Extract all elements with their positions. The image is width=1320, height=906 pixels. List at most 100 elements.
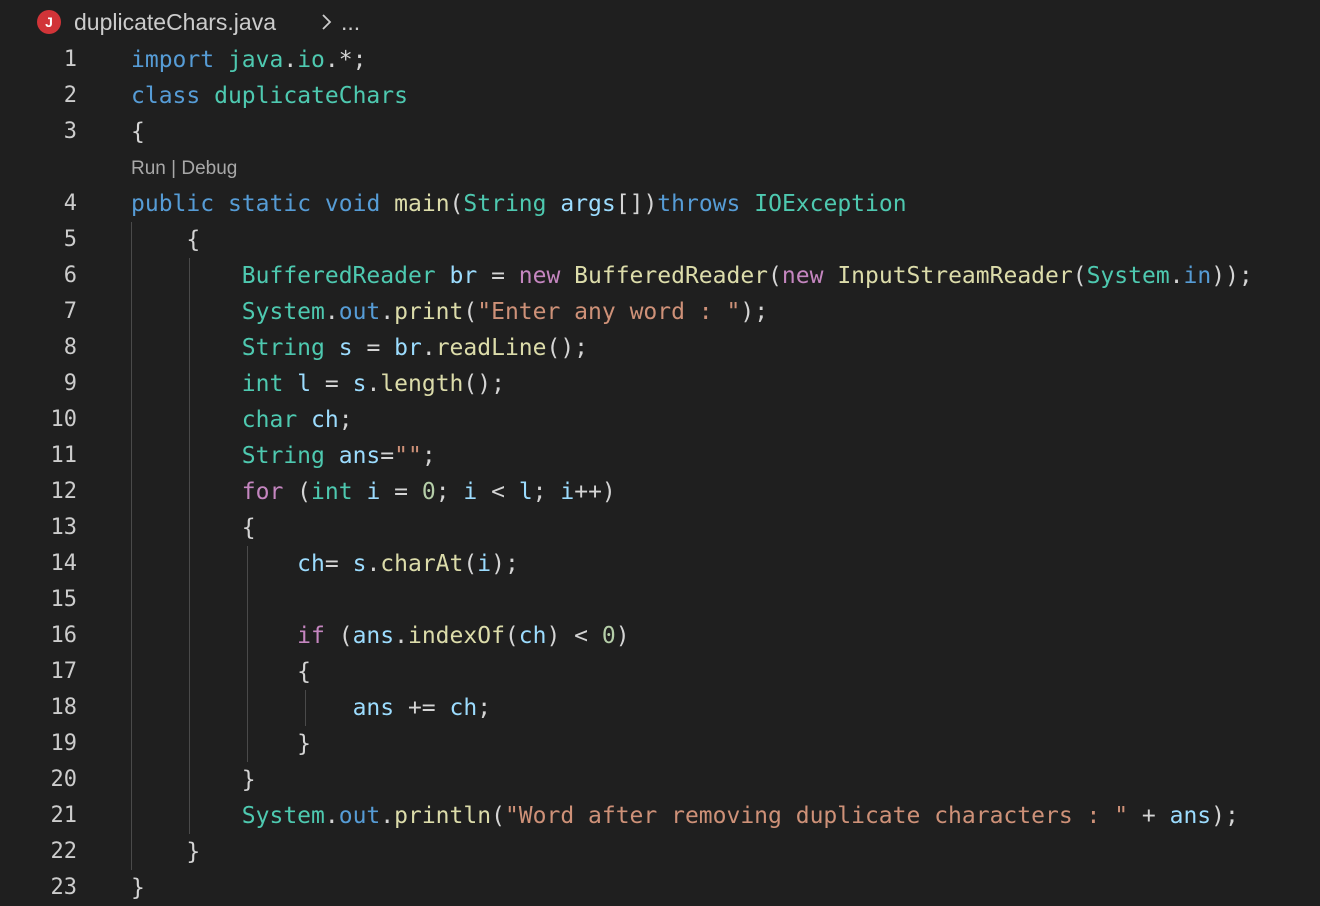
codelens-divider: | [165,158,182,179]
code-token: i [560,479,575,505]
debug-codelens[interactable]: Debug [181,158,237,179]
code-token: io [297,47,325,73]
code-token: ; [435,479,464,505]
code-text: BufferedReader br = new BufferedReader(n… [131,258,1253,294]
line-number: 8 [63,335,77,360]
code-token: "" [394,443,422,469]
code-line[interactable]: 4 public static void main(String args[])t… [0,186,1320,222]
code-token: } [131,839,201,865]
code-token: System [1086,263,1170,289]
code-token: + [1128,803,1170,829]
code-token: ; [338,407,353,433]
code-token: ch [449,695,478,721]
code-token: ( [449,191,464,217]
code-token: i [366,479,381,505]
code-token: += [394,695,450,721]
code-token: ; [421,443,436,469]
code-token: throws [657,191,741,217]
code-token: } [131,767,256,793]
code-token: new [781,263,824,289]
code-token: print [394,299,464,325]
code-token: . [380,803,395,829]
code-text: String ans=""; [131,438,436,474]
line-number: 23 [50,875,78,900]
line-number: 22 [50,839,78,864]
code-text: public static void main(String args[])th… [131,186,907,222]
code-line[interactable]: 10 char ch; [0,402,1320,438]
code-token: ans [352,623,395,649]
run-codelens[interactable]: Run [131,158,166,179]
code-token: ans [338,443,381,469]
code-line[interactable]: 22 } [0,834,1320,870]
line-number: 1 [63,47,77,72]
code-line[interactable]: 1 import java.io.*; [0,42,1320,78]
code-token: )); [1211,263,1253,289]
code-line[interactable]: 3{ [0,114,1320,150]
code-token: ans [1169,803,1212,829]
code-token: . [366,551,381,577]
code-token: . [324,803,339,829]
code-editor[interactable]: Run | Debug 1 import java.io.*; 2 class dup… [0,0,1320,904]
code-line[interactable]: 8 String s = br.readLine(); [0,330,1320,366]
line-number: 13 [50,515,78,540]
code-line[interactable]: 13 { [0,510,1320,546]
code-line[interactable]: 18 ans += ch; [0,690,1320,726]
line-number: 11 [50,443,78,468]
code-token: ; [477,695,492,721]
code-token: . [1169,263,1184,289]
code-token: = [477,263,519,289]
code-text: } [131,726,311,762]
code-token: ) < [546,623,602,649]
code-text: System.out.println("Word after removing … [131,798,1239,834]
code-token: int [241,371,284,397]
code-line[interactable]: 7 System.out.print("Enter any word : "); [0,294,1320,330]
line-number: 5 [63,227,77,252]
code-line[interactable]: 17 { [0,654,1320,690]
code-text: class duplicateChars [131,78,408,114]
code-token: in [1183,263,1212,289]
code-token: ( [463,299,478,325]
code-token: new [518,263,561,289]
code-token: ans [352,695,395,721]
code-text: String s = br.readLine(); [131,330,588,366]
code-line[interactable]: 20 } [0,762,1320,798]
code-line[interactable]: 6 BufferedReader br = new BufferedReader… [0,258,1320,294]
code-token: = [380,479,422,505]
code-token: } [131,731,312,757]
code-text: { [131,222,200,258]
code-token: public [131,191,215,217]
code-line[interactable]: 11 String ans=""; [0,438,1320,474]
code-token: = [352,335,395,361]
code-token: = [324,551,353,577]
code-token: ch [297,551,325,577]
line-number: 2 [63,83,77,108]
code-token: System [241,803,325,829]
code-line[interactable]: 2 class duplicateChars [0,78,1320,114]
code-text: for (int i = 0; i < l; i++) [131,474,616,510]
code-text: } [131,762,256,798]
code-token: ( [491,803,505,829]
code-line[interactable]: 15 [0,582,1320,618]
code-line[interactable]: 21 System.out.println("Word after removi… [0,798,1320,834]
code-line[interactable]: 19 } [0,726,1320,762]
code-token: br [449,263,478,289]
code-token: .*; [324,47,367,73]
code-token: out [338,299,381,325]
code-line[interactable]: 9 int l = s.length(); [0,366,1320,402]
code-line[interactable]: 23} [0,870,1320,906]
code-line[interactable]: 14 ch= s.charAt(i); [0,546,1320,582]
code-token: String [241,443,325,469]
line-number: 4 [63,191,77,216]
code-line[interactable]: 16 if (ans.indexOf(ch) < 0) [0,618,1320,654]
code-line[interactable]: 12 for (int i = 0; i < l; i++) [0,474,1320,510]
code-token: java [227,47,284,73]
code-token: ( [504,623,519,649]
code-line[interactable]: 5 { [0,222,1320,258]
